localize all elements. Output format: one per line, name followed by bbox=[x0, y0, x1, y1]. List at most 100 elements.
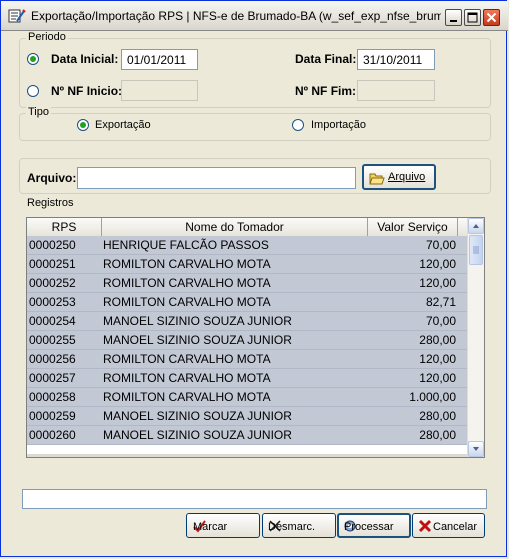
exportacao-label[interactable]: Exportação bbox=[95, 119, 151, 131]
data-final-label: Data Final: bbox=[295, 52, 357, 66]
scroll-thumb[interactable] bbox=[469, 235, 483, 265]
window-title: Exportação/Importação RPS | NFS-e de Bru… bbox=[31, 9, 441, 23]
radio-data[interactable] bbox=[27, 53, 39, 65]
table-row[interactable]: 0000257 ROMILTON CARVALHO MOTA 120,00 bbox=[27, 369, 468, 388]
maximize-icon bbox=[467, 12, 478, 23]
table-row[interactable]: 0000254 MANOEL SIZINIO SOUZA JUNIOR 70,00 bbox=[27, 312, 468, 331]
arquivo-label: Arquivo: bbox=[27, 171, 77, 185]
registros-label: Registros bbox=[27, 197, 74, 209]
vertical-scrollbar[interactable] bbox=[467, 218, 484, 457]
registros-grid[interactable]: RPS Nome do Tomador Valor Serviço 000025… bbox=[26, 217, 485, 458]
processar-button[interactable]: Processar bbox=[337, 513, 411, 538]
data-inicial-label: Data Inicial: bbox=[51, 52, 119, 66]
cell-rps: 0000250 bbox=[29, 238, 76, 252]
arquivo-button-label: Arquivo bbox=[388, 171, 426, 183]
cancel-x-icon bbox=[418, 519, 432, 533]
arrow-up-icon bbox=[473, 224, 479, 228]
cancelar-label: Cancelar bbox=[433, 521, 478, 533]
arrow-down-icon bbox=[473, 447, 479, 451]
processar-label: Processar bbox=[344, 521, 394, 533]
cell-rps: 0000253 bbox=[29, 295, 76, 309]
folder-open-icon bbox=[369, 173, 385, 185]
maximize-button[interactable] bbox=[464, 9, 481, 26]
header-nome-tomador[interactable]: Nome do Tomador bbox=[102, 218, 368, 236]
header-rps[interactable]: RPS bbox=[27, 218, 102, 236]
data-final-input[interactable]: 31/10/2011 bbox=[357, 49, 435, 70]
radio-exportacao[interactable] bbox=[77, 119, 89, 131]
table-row[interactable]: 0000253 ROMILTON CARVALHO MOTA 82,71 bbox=[27, 293, 468, 312]
arquivo-input[interactable] bbox=[77, 167, 356, 189]
cell-valor: 280,00 bbox=[419, 333, 456, 347]
data-inicial-input[interactable]: 01/01/2011 bbox=[121, 49, 198, 70]
table-row[interactable]: 0000252 ROMILTON CARVALHO MOTA 120,00 bbox=[27, 274, 468, 293]
cell-rps: 0000251 bbox=[29, 257, 76, 271]
close-button[interactable] bbox=[483, 9, 500, 26]
app-icon bbox=[8, 9, 26, 23]
nf-fim-input[interactable] bbox=[357, 80, 435, 101]
cell-rps: 0000259 bbox=[29, 409, 76, 423]
status-field bbox=[22, 489, 487, 509]
tipo-legend: Tipo bbox=[26, 106, 51, 118]
marcar-button[interactable]: Marcar bbox=[186, 513, 260, 538]
cell-rps: 0000254 bbox=[29, 314, 76, 328]
table-row[interactable]: 0000259 MANOEL SIZINIO SOUZA JUNIOR 280,00 bbox=[27, 407, 468, 426]
cell-valor: 120,00 bbox=[419, 276, 456, 290]
arquivo-button[interactable]: Arquivo bbox=[362, 164, 436, 190]
table-row[interactable]: 0000255 MANOEL SIZINIO SOUZA JUNIOR 280,00 bbox=[27, 331, 468, 350]
cell-nome: MANOEL SIZINIO SOUZA JUNIOR bbox=[103, 428, 292, 442]
cell-nome: MANOEL SIZINIO SOUZA JUNIOR bbox=[103, 314, 292, 328]
cell-rps: 0000252 bbox=[29, 276, 76, 290]
grid-body: 0000250 HENRIQUE FALCÃO PASSOS 70,00 000025… bbox=[27, 236, 468, 457]
grid-bottom-strip bbox=[27, 454, 468, 457]
cell-nome: ROMILTON CARVALHO MOTA bbox=[103, 276, 271, 290]
nf-inicio-input[interactable] bbox=[121, 80, 198, 101]
main-window: Exportação/Importação RPS | NFS-e de Bru… bbox=[0, 0, 508, 557]
desmarcar-label: Desmarc. bbox=[268, 521, 316, 533]
cancelar-button[interactable]: Cancelar bbox=[412, 513, 485, 538]
header-valor-servico[interactable]: Valor Serviço bbox=[368, 218, 458, 236]
cell-nome: MANOEL SIZINIO SOUZA JUNIOR bbox=[103, 333, 292, 347]
cell-valor: 280,00 bbox=[419, 428, 456, 442]
cell-valor: 70,00 bbox=[425, 238, 456, 252]
radio-nf[interactable] bbox=[27, 85, 39, 97]
cell-rps: 0000258 bbox=[29, 390, 76, 404]
cell-nome: HENRIQUE FALCÃO PASSOS bbox=[103, 238, 269, 252]
grip-icon bbox=[473, 246, 479, 254]
cell-valor: 82,71 bbox=[425, 295, 456, 309]
cell-nome: ROMILTON CARVALHO MOTA bbox=[103, 371, 271, 385]
table-row[interactable]: 0000258 ROMILTON CARVALHO MOTA 1.000,00 bbox=[27, 388, 468, 407]
cell-valor: 280,00 bbox=[419, 409, 456, 423]
cell-nome: MANOEL SIZINIO SOUZA JUNIOR bbox=[103, 409, 292, 423]
marcar-label: Marcar bbox=[193, 521, 228, 533]
scroll-up-button[interactable] bbox=[468, 218, 484, 234]
title-bar[interactable]: Exportação/Importação RPS | NFS-e de Bru… bbox=[1, 1, 508, 31]
cell-rps: 0000255 bbox=[29, 333, 76, 347]
cell-valor: 70,00 bbox=[425, 314, 456, 328]
grid-header: RPS Nome do Tomador Valor Serviço bbox=[27, 218, 468, 237]
tipo-group bbox=[19, 113, 491, 141]
cell-rps: 0000257 bbox=[29, 371, 76, 385]
cell-nome: ROMILTON CARVALHO MOTA bbox=[103, 390, 271, 404]
cell-nome: ROMILTON CARVALHO MOTA bbox=[103, 257, 271, 271]
table-row[interactable]: 0000260 MANOEL SIZINIO SOUZA JUNIOR 280,00 bbox=[27, 426, 468, 445]
cell-valor: 1.000,00 bbox=[409, 390, 456, 404]
scroll-down-button[interactable] bbox=[468, 441, 484, 457]
cell-nome: ROMILTON CARVALHO MOTA bbox=[103, 295, 271, 309]
radio-importacao[interactable] bbox=[292, 119, 304, 131]
cell-valor: 120,00 bbox=[419, 352, 456, 366]
cell-rps: 0000256 bbox=[29, 352, 76, 366]
cell-rps: 0000260 bbox=[29, 428, 76, 442]
table-row[interactable]: 0000256 ROMILTON CARVALHO MOTA 120,00 bbox=[27, 350, 468, 369]
cell-valor: 120,00 bbox=[419, 257, 456, 271]
periodo-legend: Periodo bbox=[26, 31, 68, 43]
desmarcar-button[interactable]: Desmarc. bbox=[262, 513, 336, 538]
nf-inicio-label: Nº NF Inicio: bbox=[51, 84, 123, 98]
table-row[interactable]: 0000250 HENRIQUE FALCÃO PASSOS 70,00 bbox=[27, 236, 468, 255]
close-icon bbox=[486, 12, 497, 23]
cell-nome: ROMILTON CARVALHO MOTA bbox=[103, 352, 271, 366]
table-row[interactable]: 0000251 ROMILTON CARVALHO MOTA 120,00 bbox=[27, 255, 468, 274]
minimize-button[interactable] bbox=[445, 9, 462, 26]
nf-fim-label: Nº NF Fim: bbox=[295, 84, 357, 98]
minimize-icon bbox=[450, 20, 457, 22]
importacao-label[interactable]: Importação bbox=[311, 119, 366, 131]
